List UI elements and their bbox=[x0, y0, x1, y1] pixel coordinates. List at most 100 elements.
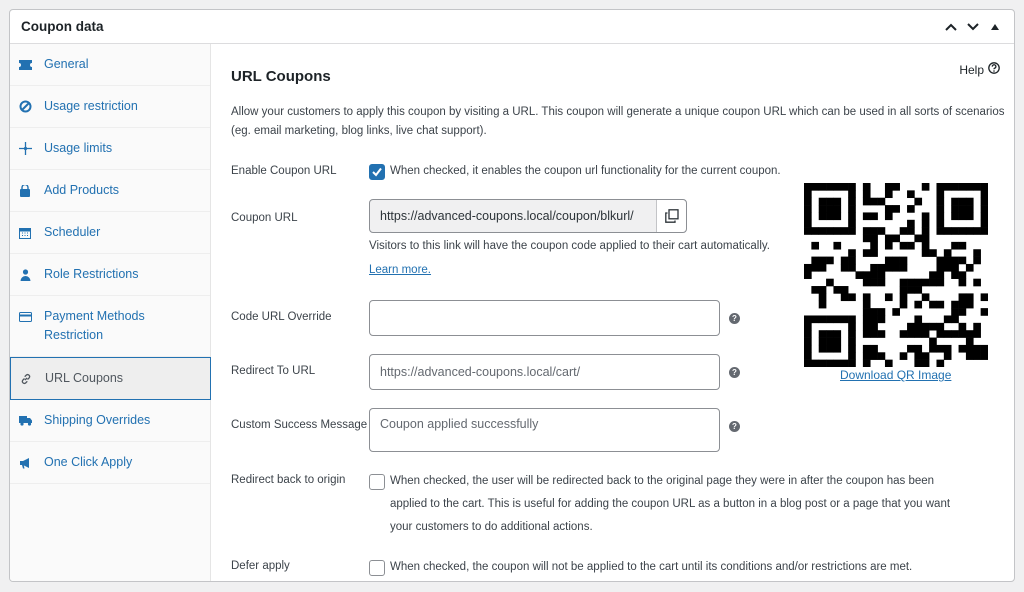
qr-module bbox=[929, 344, 937, 353]
qr-module bbox=[826, 205, 834, 213]
qr-module bbox=[840, 286, 849, 294]
qr-module bbox=[965, 337, 974, 346]
link-icon bbox=[19, 369, 33, 388]
download-qr-image-link[interactable]: Download QR Image bbox=[840, 368, 951, 382]
enable-coupon-url-checkbox[interactable] bbox=[369, 164, 385, 180]
qr-module bbox=[914, 278, 923, 287]
qr-module bbox=[936, 219, 945, 228]
qr-module bbox=[826, 227, 834, 235]
tab-role-restrictions[interactable]: Role Restrictions bbox=[10, 254, 210, 296]
qr-module bbox=[870, 344, 878, 353]
qr-module bbox=[907, 344, 915, 353]
qr-module bbox=[980, 293, 988, 302]
qr-module bbox=[980, 212, 988, 221]
qr-module bbox=[877, 271, 886, 279]
move-down-icon[interactable] bbox=[965, 19, 981, 35]
qr-module bbox=[943, 315, 952, 324]
qr-module bbox=[862, 293, 871, 302]
coupon-url-label: Coupon URL bbox=[231, 212, 298, 224]
help-link[interactable]: Help bbox=[959, 62, 1000, 77]
qr-module bbox=[811, 315, 820, 324]
qr-module bbox=[921, 352, 930, 360]
help-tip-icon[interactable]: ? bbox=[729, 313, 740, 324]
qr-module bbox=[936, 322, 945, 331]
qr-module bbox=[980, 190, 988, 199]
qr-module bbox=[833, 197, 842, 206]
qr-module bbox=[958, 278, 967, 287]
qr-module bbox=[951, 263, 959, 272]
qr-module bbox=[870, 263, 878, 272]
qr-module bbox=[840, 183, 849, 191]
collapse-toggle-icon[interactable] bbox=[987, 19, 1003, 35]
qr-module bbox=[848, 322, 856, 331]
qr-module bbox=[899, 241, 908, 250]
qr-module bbox=[804, 271, 812, 279]
qr-module bbox=[921, 359, 930, 367]
qr-module bbox=[914, 352, 923, 360]
qr-module bbox=[936, 212, 945, 221]
qr-module bbox=[899, 293, 908, 302]
qr-module bbox=[877, 315, 886, 324]
tab-add-products[interactable]: Add Products bbox=[10, 170, 210, 212]
qr-module bbox=[848, 227, 856, 235]
coupon-url-field[interactable]: https://advanced-coupons.local/coupon/bl… bbox=[369, 199, 687, 233]
code-url-override-label: Code URL Override bbox=[231, 311, 332, 323]
qr-module bbox=[818, 205, 827, 213]
qr-module bbox=[804, 197, 812, 206]
qr-module bbox=[907, 286, 915, 294]
crosshair-icon bbox=[18, 139, 32, 158]
qr-module bbox=[848, 219, 856, 228]
qr-module bbox=[833, 359, 842, 367]
tab-general[interactable]: General bbox=[10, 44, 210, 86]
qr-module bbox=[804, 263, 812, 272]
qr-module bbox=[921, 241, 930, 250]
qr-module bbox=[929, 300, 937, 309]
help-label: Help bbox=[959, 62, 984, 77]
qr-module bbox=[907, 205, 915, 213]
redirect-back-to-origin-checkbox[interactable] bbox=[369, 474, 385, 490]
code-url-override-input[interactable] bbox=[369, 300, 720, 336]
qr-module bbox=[943, 183, 952, 191]
qr-module bbox=[804, 212, 812, 221]
qr-module bbox=[958, 271, 967, 279]
qr-module bbox=[862, 359, 871, 367]
tab-one-click-apply[interactable]: One Click Apply bbox=[10, 442, 210, 484]
qr-module bbox=[980, 183, 988, 191]
tab-scheduler[interactable]: Scheduler bbox=[10, 212, 210, 254]
custom-success-message-input[interactable] bbox=[369, 408, 720, 452]
tab-url-coupons[interactable]: URL Coupons bbox=[10, 357, 211, 400]
tab-usage-restriction[interactable]: Usage restriction bbox=[10, 86, 210, 128]
qr-module bbox=[804, 315, 812, 324]
qr-module bbox=[862, 212, 871, 221]
help-tip-icon[interactable]: ? bbox=[729, 421, 740, 432]
move-up-icon[interactable] bbox=[943, 19, 959, 35]
learn-more-link[interactable]: Learn more. bbox=[369, 264, 431, 276]
qr-module bbox=[848, 256, 856, 265]
qr-module bbox=[833, 344, 842, 353]
qr-module bbox=[936, 190, 945, 199]
tab-label: Scheduler bbox=[44, 225, 101, 239]
tab-shipping-overrides[interactable]: Shipping Overrides bbox=[10, 400, 210, 442]
qr-module bbox=[870, 197, 878, 206]
qr-module bbox=[811, 183, 820, 191]
qr-module bbox=[804, 183, 812, 191]
qr-module bbox=[862, 308, 871, 316]
help-tip-icon[interactable]: ? bbox=[729, 367, 740, 378]
redirect-origin-description-line1: When checked, the user will be redirecte… bbox=[390, 475, 935, 487]
qr-module bbox=[862, 249, 871, 257]
qr-module bbox=[951, 308, 959, 316]
qr-module bbox=[818, 315, 827, 324]
tab-usage-limits[interactable]: Usage limits bbox=[10, 128, 210, 170]
defer-apply-checkbox[interactable] bbox=[369, 560, 385, 576]
tab-payment-methods-restriction[interactable]: Payment Methods Restriction bbox=[10, 296, 210, 357]
copy-url-button[interactable] bbox=[656, 200, 686, 232]
qr-module bbox=[833, 286, 842, 294]
qr-module bbox=[833, 227, 842, 235]
redirect-to-url-input[interactable] bbox=[369, 354, 720, 390]
qr-module bbox=[921, 183, 930, 191]
qr-module bbox=[899, 263, 908, 272]
qr-module bbox=[914, 359, 923, 367]
coupon-data-panel: Coupon data General Usage restriction Us… bbox=[9, 9, 1015, 582]
qr-module bbox=[870, 241, 878, 250]
qr-module bbox=[958, 344, 967, 353]
